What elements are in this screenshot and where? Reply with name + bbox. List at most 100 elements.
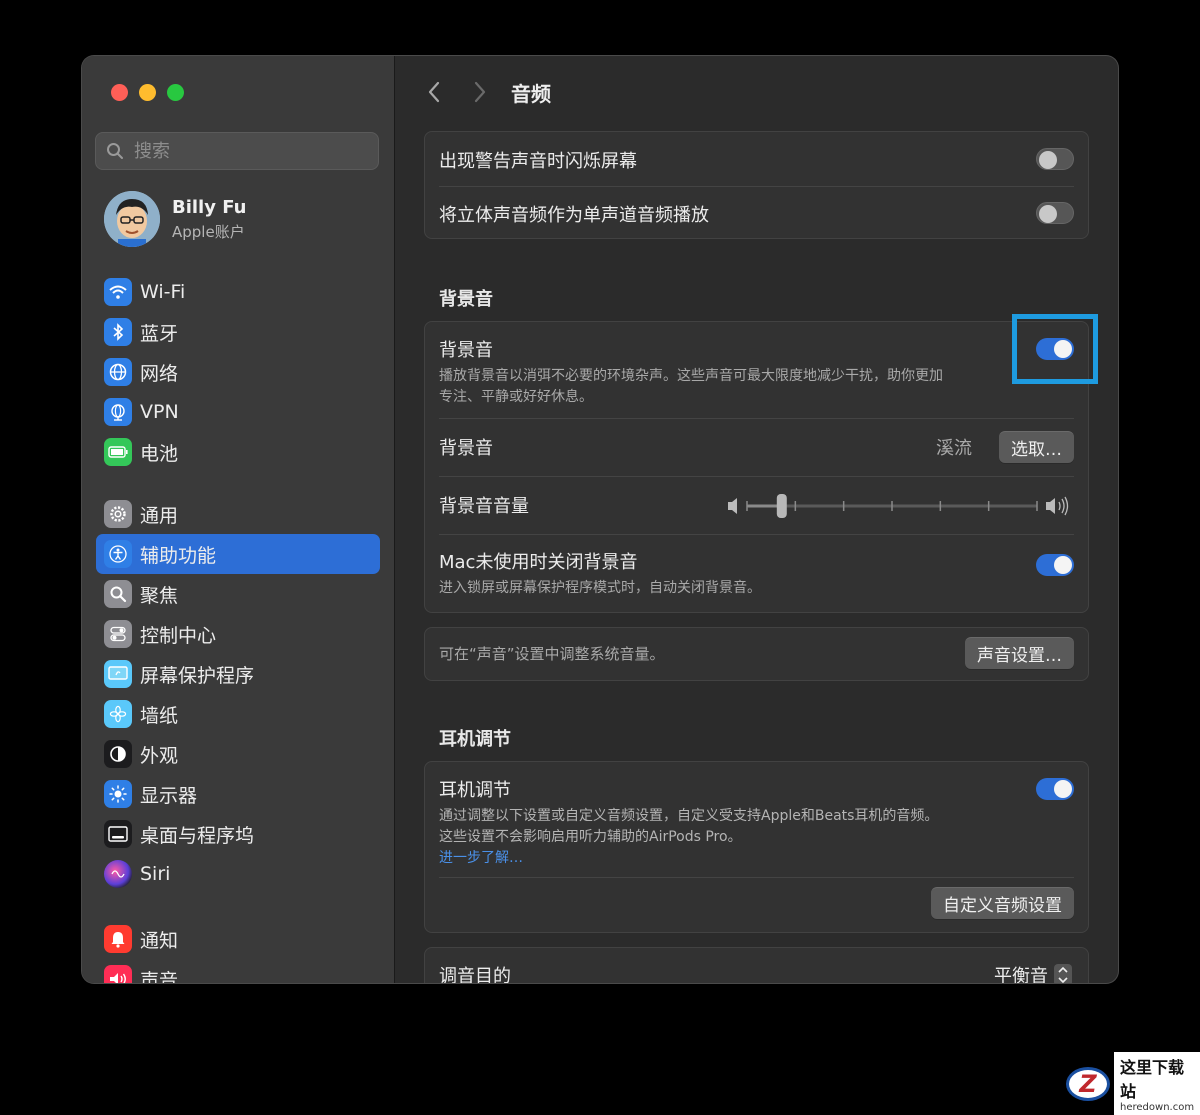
bg-off-desc: 进入锁屏或屏幕保护程序模式时，自动关闭背景音。	[439, 580, 761, 596]
sidebar-item-network[interactable]: 网络	[96, 352, 380, 392]
chevron-right-icon	[474, 81, 486, 103]
choose-sound-button[interactable]: 选取…	[999, 431, 1074, 463]
sidebar-item-spotlight[interactable]: 聚焦	[96, 574, 380, 614]
flash-screen-label: 出现警告声音时闪烁屏幕	[439, 151, 637, 172]
bg-volume-thumb[interactable]	[776, 494, 787, 518]
headphone-toggle[interactable]	[1036, 778, 1074, 800]
sidebar-group-notifications: 通知 声音	[96, 919, 380, 983]
volume-low-icon	[728, 498, 737, 514]
sidebar-item-general[interactable]: 通用	[96, 494, 380, 534]
slider-tick	[987, 501, 990, 511]
slider-tick	[746, 501, 748, 511]
accessibility-icon	[104, 540, 132, 568]
sidebar-item-vpn[interactable]: VPN	[96, 392, 380, 432]
learn-more-link[interactable]: 进一步了解…	[439, 848, 1074, 869]
search-field[interactable]	[95, 132, 379, 170]
speaker-icon	[104, 965, 132, 983]
sidebar-item-label: VPN	[140, 401, 179, 423]
page-title: 音频	[511, 81, 551, 106]
bg-sounds-toggle-row: 背景音 播放背景音以消弭不必要的环境杂声。这些声音可最大限度地减少干扰，助你更加…	[425, 322, 1088, 418]
tune-value[interactable]: 平衡音	[994, 962, 1048, 983]
sidebar-item-appearance[interactable]: 外观	[96, 734, 380, 774]
avatar	[104, 191, 160, 247]
background-sounds-card: 背景音 播放背景音以消弭不必要的环境杂声。这些声音可最大限度地减少干扰，助你更加…	[424, 321, 1089, 613]
watermark-url: heredown.com	[1120, 1102, 1195, 1113]
sound-settings-button[interactable]: 声音设置…	[965, 637, 1074, 669]
sidebar-item-displays[interactable]: 显示器	[96, 774, 380, 814]
sidebar-item-label: 屏幕保护程序	[140, 664, 255, 687]
main-pane: 音频 出现警告声音时闪烁屏幕 将立体声音频作为单声道音频播放 背景音 背景音 播…	[395, 56, 1118, 983]
bg-sounds-desc-2: 专注、平静或好好休息。	[439, 389, 593, 405]
stepper-updown-icon[interactable]	[1054, 964, 1072, 983]
mono-audio-row: 将立体声音频作为单声道音频播放	[425, 186, 1088, 240]
sidebar-item-wallpaper[interactable]: 墙纸	[96, 694, 380, 734]
tune-card: 调音目的 平衡音	[424, 947, 1089, 983]
sidebar-item-siri[interactable]: Siri	[96, 854, 380, 894]
gear-icon	[104, 500, 132, 528]
back-button[interactable]	[419, 74, 449, 110]
screensaver-icon	[104, 660, 132, 688]
siri-icon	[104, 860, 132, 888]
sidebar-item-label: 通用	[140, 504, 179, 527]
sidebar-item-label: 桌面与程序坞	[140, 824, 255, 847]
sidebar-item-label: 显示器	[140, 784, 198, 807]
window-controls	[111, 84, 184, 101]
watermark-text: 这里下载站	[1120, 1058, 1185, 1101]
account-subtitle: Apple账户	[172, 222, 245, 241]
bg-off-toggle[interactable]	[1036, 554, 1074, 576]
highlight-box	[1012, 314, 1098, 384]
custom-audio-row: 自定义音频设置	[425, 877, 1088, 934]
settings-window: Billy Fu Apple账户 Wi-Fi 蓝牙 网络	[82, 56, 1118, 983]
sidebar-item-label: 声音	[140, 969, 179, 984]
search-icon	[107, 143, 123, 159]
sidebar-item-screensaver[interactable]: 屏幕保护程序	[96, 654, 380, 694]
bell-icon	[104, 925, 132, 953]
slider-tick	[1036, 501, 1038, 511]
custom-audio-button[interactable]: 自定义音频设置	[931, 887, 1074, 919]
mono-audio-toggle[interactable]	[1036, 202, 1074, 224]
forward-button[interactable]	[465, 74, 495, 110]
sidebar-group-system: 通用 辅助功能 聚焦 控制中心 屏幕保护程序 墙纸 外观 显示器 桌面与程序坞 …	[96, 494, 380, 894]
sound-settings-note: 可在“声音”设置中调整系统音量。	[439, 645, 665, 663]
sidebar-item-label: 电池	[140, 442, 179, 465]
sidebar-group-network: Wi-Fi 蓝牙 网络 VPN 电池	[96, 272, 380, 472]
headphone-toggle-row: 耳机调节 通过调整以下设置或自定义音频设置，自定义受支持Apple和Beats耳…	[425, 762, 1088, 877]
close-button[interactable]	[111, 84, 128, 101]
sidebar-item-label: 蓝牙	[140, 322, 179, 345]
sidebar-item-wifi[interactable]: Wi-Fi	[96, 272, 380, 312]
wallpaper-flower-icon	[104, 700, 132, 728]
headphone-label: 耳机调节	[439, 780, 511, 801]
sidebar-item-notifications[interactable]: 通知	[96, 919, 380, 959]
flash-screen-row: 出现警告声音时闪烁屏幕	[425, 132, 1088, 186]
tune-row: 调音目的 平衡音	[425, 948, 1088, 983]
sidebar-item-label: 网络	[140, 362, 179, 385]
zoom-button[interactable]	[167, 84, 184, 101]
bg-sound-select-row: 背景音 溪流 选取…	[425, 418, 1088, 476]
tune-label: 调音目的	[439, 966, 511, 983]
search-input[interactable]	[132, 139, 356, 163]
sidebar-item-control-center[interactable]: 控制中心	[96, 614, 380, 654]
bg-volume-slider[interactable]	[725, 492, 1085, 520]
display-options-card: 出现警告声音时闪烁屏幕 将立体声音频作为单声道音频播放	[424, 131, 1089, 239]
sidebar-item-sound[interactable]: 声音	[96, 959, 380, 983]
sidebar-item-accessibility[interactable]: 辅助功能	[96, 534, 380, 574]
slider-tick	[891, 501, 893, 511]
bg-sounds-desc-1: 播放背景音以消弭不必要的环境杂声。这些声音可最大限度地减少干扰，助你更加	[439, 368, 943, 384]
sidebar-item-label: 控制中心	[140, 624, 217, 647]
bg-sounds-label: 背景音	[439, 340, 493, 361]
control-center-icon	[104, 620, 132, 648]
minimize-button[interactable]	[139, 84, 156, 101]
sidebar-item-label: 通知	[140, 929, 179, 952]
sidebar-item-bluetooth[interactable]: 蓝牙	[96, 312, 380, 352]
sidebar-item-label: 聚焦	[140, 584, 179, 607]
sidebar-item-desktop-dock[interactable]: 桌面与程序坞	[96, 814, 380, 854]
flash-screen-toggle[interactable]	[1036, 148, 1074, 170]
mono-audio-label: 将立体声音频作为单声道音频播放	[439, 205, 709, 226]
apple-account[interactable]: Billy Fu Apple账户	[104, 191, 246, 247]
sound-settings-row: 可在“声音”设置中调整系统音量。 声音设置…	[425, 628, 1088, 682]
sound-settings-card: 可在“声音”设置中调整系统音量。 声音设置…	[424, 627, 1089, 681]
bg-sound-value: 溪流	[936, 438, 972, 459]
sidebar-item-battery[interactable]: 电池	[96, 432, 380, 472]
watermark: Z 这里下载站 heredown.com	[1066, 1052, 1200, 1115]
bluetooth-icon	[104, 318, 132, 346]
